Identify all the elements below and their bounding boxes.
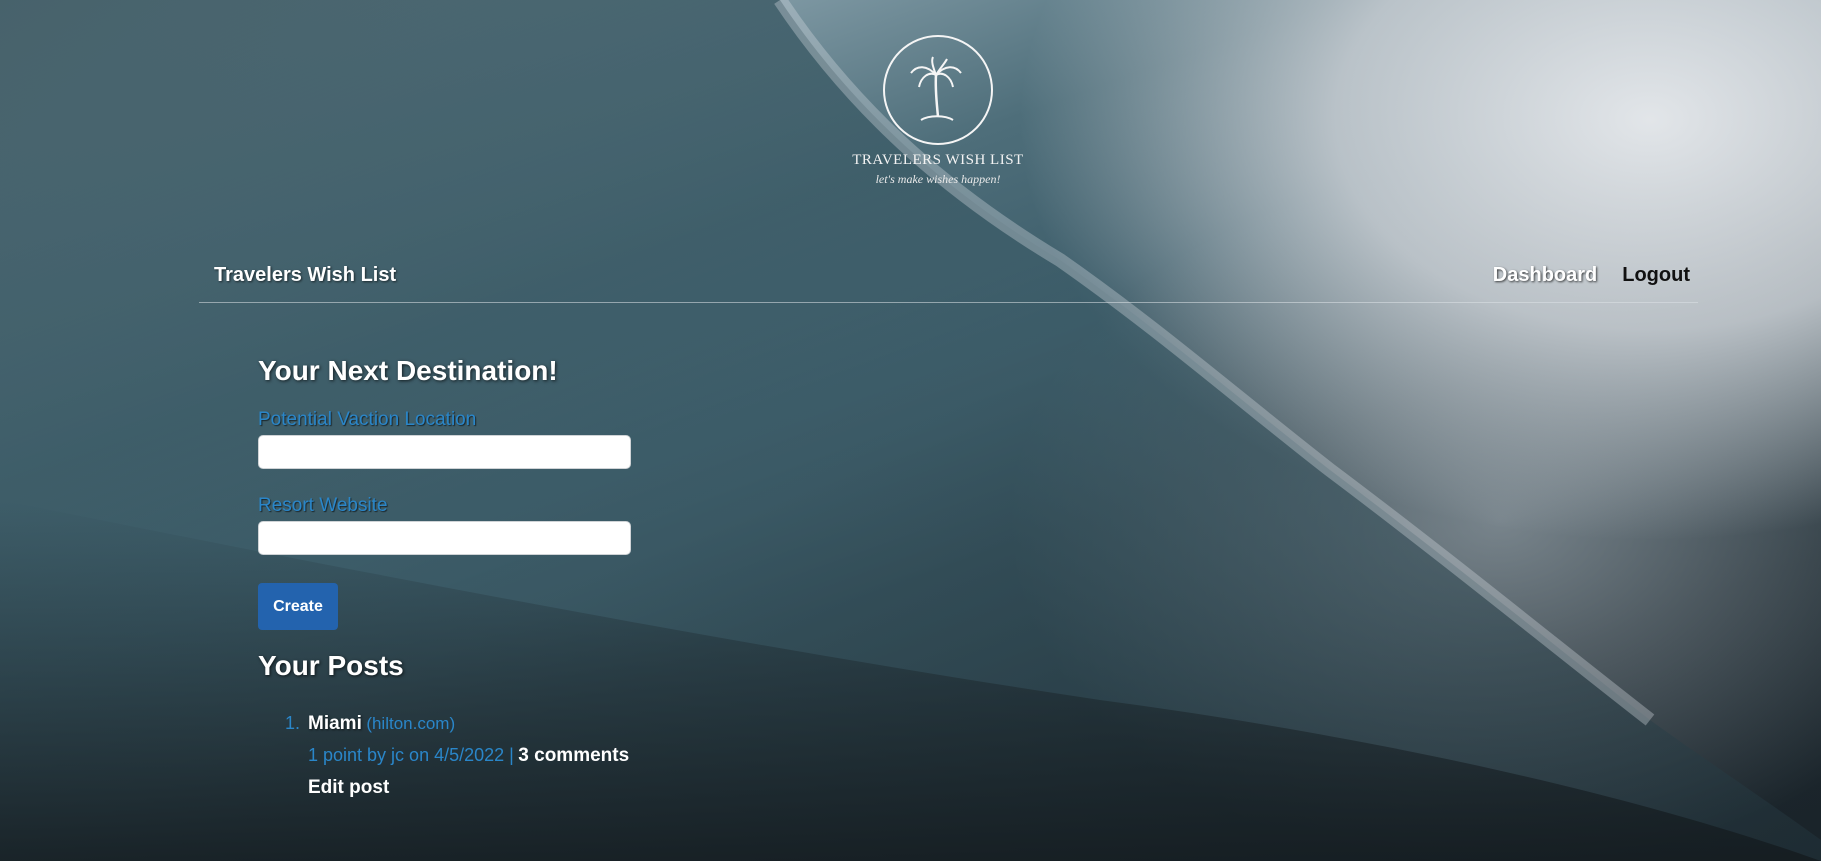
post-meta-line: 1 point by jc on 4/5/2022 | 3 comments [308,740,958,772]
palm-tree-icon [910,56,962,121]
logout-link[interactable]: Logout [1622,264,1690,287]
post-number: 1. [285,713,301,733]
website-input[interactable] [258,521,631,555]
create-post-heading: Your Next Destination! [258,355,558,386]
post-comments-link[interactable]: 3 comments [518,745,629,766]
navbar-brand-link[interactable]: Travelers Wish List [214,264,396,287]
post-domain: (hilton.com) [366,714,456,733]
dashboard-link[interactable]: Dashboard [1493,264,1597,287]
top-navbar: Travelers Wish List Dashboard Logout [199,262,1698,303]
location-label: Potential Vaction Location [258,409,477,430]
posts-list: 1. Miami (hilton.com) 1 point by jc on 4… [258,708,958,804]
create-button[interactable]: Create [258,583,338,630]
post-edit-line: Edit post [308,772,958,804]
location-input[interactable] [258,435,631,469]
post-item: 1. Miami (hilton.com) 1 point by jc on 4… [285,708,958,804]
logo-tagline: let's make wishes happen! [875,172,1001,186]
navbar-links: Dashboard Logout [1493,264,1690,287]
site-logo[interactable]: TRAVELERS WISH LIST let's make wishes ha… [838,35,1038,187]
website-field-group: Resort Website [258,495,958,555]
logo-title: TRAVELERS WISH LIST [852,152,1024,168]
post-title-line: Miami (hilton.com) [308,708,958,740]
logo-circle [883,35,993,145]
posts-heading: Your Posts [258,650,404,681]
post-title-link[interactable]: Miami [308,713,362,734]
edit-post-link[interactable]: Edit post [308,777,389,798]
location-field-group: Potential Vaction Location [258,409,958,469]
post-meta: 1 point by jc on 4/5/2022 | [308,745,514,765]
main-content: Your Next Destination! Potential Vaction… [258,355,958,804]
website-label: Resort Website [258,495,388,516]
page-background: TRAVELERS WISH LIST let's make wishes ha… [0,0,1821,861]
